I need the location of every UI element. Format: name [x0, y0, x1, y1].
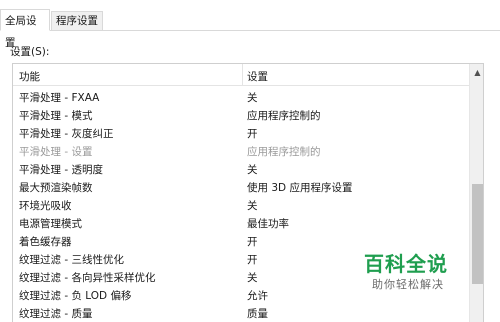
feature-name: 着色缓存器	[19, 236, 72, 248]
scroll-up-arrow-icon[interactable]: ▲	[470, 64, 483, 81]
feature-name: 平滑处理 - 设置	[19, 146, 93, 158]
tab-bar: 全局设置 程序设置	[0, 0, 500, 49]
list-item[interactable]: 平滑处理 - 灰度纠正 开	[13, 123, 469, 141]
feature-name: 纹理过滤 - 各向异性采样优化	[19, 272, 156, 284]
list-item[interactable]: 环境光吸收 关	[13, 195, 469, 213]
settings-label: 设置(S):	[10, 46, 50, 58]
column-header-setting[interactable]: 设置	[247, 69, 268, 84]
scrollbar-thumb[interactable]	[472, 184, 483, 284]
list-item[interactable]: 纹理过滤 - 质量 质量	[13, 303, 469, 321]
watermark-title: 百科全说	[364, 252, 448, 276]
setting-value: 允许	[247, 290, 268, 302]
setting-value: 关	[247, 200, 258, 212]
list-header: 功能 设置	[13, 64, 469, 86]
list-item-disabled: 平滑处理 - 设置 应用程序控制的	[13, 141, 469, 159]
feature-name: 平滑处理 - FXAA	[19, 92, 100, 104]
setting-value: 最佳功率	[247, 218, 289, 230]
feature-name: 纹理过滤 - 负 LOD 偏移	[19, 290, 132, 302]
column-header-feature[interactable]: 功能	[19, 69, 40, 84]
setting-value: 质量	[247, 308, 268, 320]
setting-value: 应用程序控制的	[247, 110, 321, 122]
column-divider[interactable]	[242, 64, 243, 86]
tab-bar-divider	[0, 30, 500, 31]
feature-name: 平滑处理 - 透明度	[19, 164, 103, 176]
setting-value: 开	[247, 254, 258, 266]
list-item[interactable]: 电源管理模式 最佳功率	[13, 213, 469, 231]
setting-value: 关	[247, 92, 258, 104]
list-item[interactable]: 最大预渲染帧数 使用 3D 应用程序设置	[13, 177, 469, 195]
feature-name: 平滑处理 - 模式	[19, 110, 93, 122]
setting-value: 应用程序控制的	[247, 146, 321, 158]
setting-value: 使用 3D 应用程序设置	[247, 182, 353, 194]
feature-name: 平滑处理 - 灰度纠正	[19, 128, 114, 140]
feature-name: 纹理过滤 - 三线性优化	[19, 254, 124, 266]
list-item[interactable]: 平滑处理 - FXAA 关	[13, 87, 469, 105]
feature-name: 电源管理模式	[19, 218, 82, 230]
list-item[interactable]: 平滑处理 - 模式 应用程序控制的	[13, 105, 469, 123]
vertical-scrollbar[interactable]: ▲	[469, 64, 483, 322]
list-item[interactable]: 平滑处理 - 透明度 关	[13, 159, 469, 177]
list-item[interactable]: 着色缓存器 开	[13, 231, 469, 249]
feature-name: 环境光吸收	[19, 200, 72, 212]
feature-name: 纹理过滤 - 质量	[19, 308, 93, 320]
watermark-subtitle: 助你轻松解决	[372, 278, 444, 291]
setting-value: 关	[247, 164, 258, 176]
setting-value: 关	[247, 272, 258, 284]
tab-global-settings[interactable]: 全局设置	[0, 9, 50, 49]
watermark-logo: 百科全说 助你轻松解决	[364, 248, 464, 294]
feature-name: 最大预渲染帧数	[19, 182, 93, 194]
tab-program-settings[interactable]: 程序设置	[51, 11, 103, 31]
setting-value: 开	[247, 128, 258, 140]
setting-value: 开	[247, 236, 258, 248]
